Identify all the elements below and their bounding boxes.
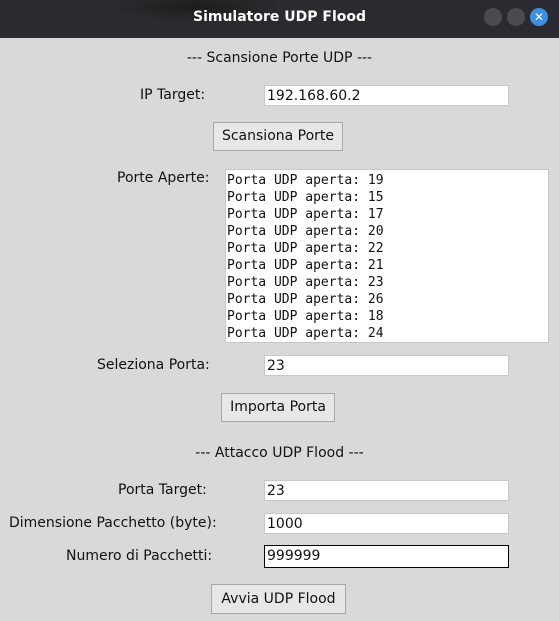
import-port-button[interactable]: Importa Porta: [221, 393, 335, 422]
attack-section-header: --- Attacco UDP Flood ---: [195, 445, 364, 461]
scan-section-header: --- Scansione Porte UDP ---: [186, 50, 373, 66]
close-icon: ✕: [533, 10, 545, 24]
open-port-item[interactable]: Porta UDP aperta: 21: [226, 257, 548, 274]
window-title: Simulatore UDP Flood: [192, 9, 366, 25]
target-port-input[interactable]: 23: [264, 480, 509, 501]
select-port-input[interactable]: 23: [264, 355, 509, 376]
packet-size-label: Dimensione Pacchetto (byte):: [9, 515, 217, 531]
target-port-label: Porta Target:: [118, 482, 207, 498]
open-port-item[interactable]: Porta UDP aperta: 22: [226, 240, 548, 257]
open-port-item[interactable]: Porta UDP aperta: 24: [226, 325, 548, 342]
open-port-item[interactable]: Porta UDP aperta: 15: [226, 189, 548, 206]
open-port-item[interactable]: Porta UDP aperta: 19: [226, 172, 548, 189]
open-port-item[interactable]: Porta UDP aperta: 23: [226, 274, 548, 291]
window-titlebar[interactable]: Simulatore UDP Flood ✕: [0, 0, 559, 38]
start-udp-flood-button[interactable]: Avvia UDP Flood: [211, 584, 346, 614]
scan-ports-button[interactable]: Scansiona Porte: [213, 122, 343, 151]
open-port-item[interactable]: Porta UDP aperta: 17: [226, 206, 548, 223]
open-port-item[interactable]: Porta UDP aperta: 18: [226, 308, 548, 325]
open-port-item[interactable]: Porta UDP aperta: 26: [226, 291, 548, 308]
minimize-button[interactable]: [484, 8, 502, 26]
open-ports-listbox[interactable]: Porta UDP aperta: 19 Porta UDP aperta: 1…: [225, 169, 549, 343]
packet-size-input[interactable]: 1000: [264, 513, 509, 534]
close-button[interactable]: ✕: [530, 8, 548, 26]
packet-count-label: Numero di Pacchetti:: [66, 548, 213, 564]
select-port-label: Seleziona Porta:: [97, 357, 210, 373]
open-port-item[interactable]: Porta UDP aperta: 20: [226, 223, 548, 240]
maximize-button[interactable]: [507, 8, 525, 26]
ip-target-label: IP Target:: [140, 87, 206, 103]
packet-count-input[interactable]: 999999: [264, 545, 509, 568]
open-ports-label: Porte Aperte:: [117, 170, 210, 186]
ip-target-input[interactable]: 192.168.60.2: [264, 85, 509, 106]
